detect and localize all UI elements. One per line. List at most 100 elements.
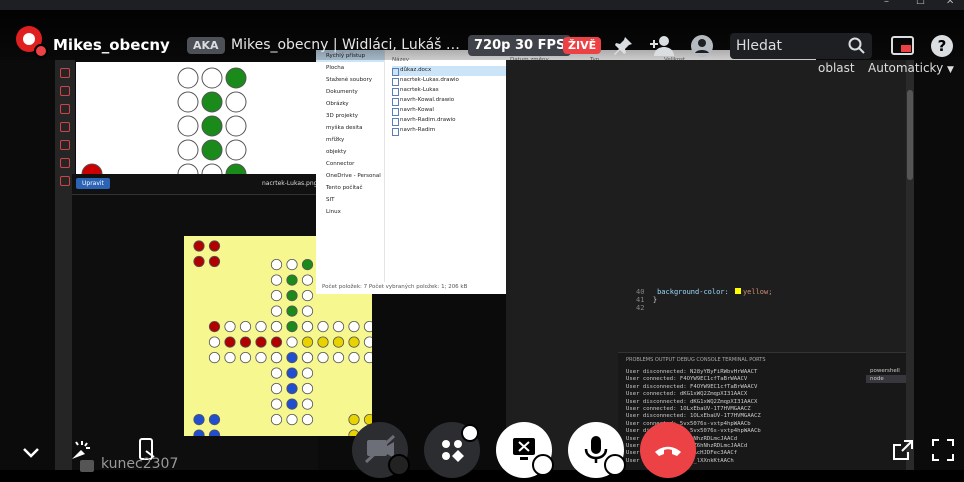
terminal-line: User connected: 1OLxEbaUV-1T7HVMGAACZ (626, 406, 751, 413)
blue-piece (208, 429, 221, 441)
board-hole (301, 305, 314, 317)
board-hole (348, 336, 360, 348)
board-hole (332, 321, 345, 333)
terminal-session-item[interactable]: powershell (866, 367, 910, 375)
picture-in-picture-icon[interactable] (890, 34, 914, 58)
aka-badge: AKA (187, 37, 225, 54)
board-hole (317, 336, 329, 348)
board-hole (224, 352, 236, 364)
board-hole (270, 414, 283, 426)
popout-icon[interactable] (890, 437, 916, 463)
board-hole (286, 259, 298, 271)
explorer-sidebar-item[interactable]: Dokumenty (316, 86, 384, 98)
board-hole (286, 305, 298, 317)
explorer-sidebar-item[interactable]: OneDrive - Personal (316, 170, 384, 182)
board-hole (301, 274, 314, 286)
search-icon[interactable] (848, 37, 866, 55)
explorer-sidebar-item[interactable]: Stažené soubory (316, 74, 384, 86)
explorer-sidebar-item[interactable]: SIT (316, 194, 384, 206)
file-name: navrh-Kowal.drawio (400, 97, 455, 103)
board-hole (239, 321, 252, 333)
viewer-toolbar: Upravit nacrtek-Lukas.png (72, 174, 318, 195)
stream-title: Mikes_obecny | Widláci, Lukáš Č., ČE... (231, 37, 467, 53)
file-name: nacrtek-Lukas.drawio (400, 77, 459, 83)
file-icon (60, 68, 70, 78)
avatar (80, 460, 94, 472)
area-label: oblast (818, 61, 855, 75)
explorer-sidebar-item[interactable]: Obrázky (316, 98, 384, 110)
code-snippet: 40 background-color: yellow; 41 } 42 (636, 288, 772, 312)
camera-options-chevron-icon[interactable] (388, 454, 410, 476)
explorer-sidebar-item[interactable]: Linux (316, 206, 384, 218)
explorer-sidebar-item[interactable]: Connector (316, 158, 384, 170)
board-hole (270, 336, 283, 348)
board-hole (270, 352, 283, 364)
add-member-icon[interactable] (650, 34, 674, 58)
board-hole (286, 336, 298, 348)
blue-piece (208, 414, 221, 426)
board-hole (270, 289, 283, 302)
terminal-session-item[interactable]: node (866, 375, 910, 383)
svg-text:?: ? (938, 37, 947, 55)
chevron-down-icon: ▼ (947, 65, 954, 75)
explorer-sidebar-item[interactable]: mřížky (316, 134, 384, 146)
board-hole (224, 321, 236, 333)
file-icon (60, 86, 70, 96)
chat-user-peek: kunec2307 (78, 456, 190, 474)
streamer-name[interactable]: Mikes_obecny (53, 36, 170, 54)
stream-quality-value: Automaticky (868, 61, 944, 75)
board-hole (363, 321, 376, 333)
board-hole (239, 336, 252, 348)
explorer-sidebar-item[interactable]: Tento počítač (316, 182, 384, 194)
board-hole (224, 336, 236, 348)
explorer-sidebar-item[interactable]: objekty (316, 146, 384, 158)
file-icon (392, 128, 399, 136)
explorer-sidebar: Rychlý přístupPlochaStažené souboryDokum… (316, 50, 385, 282)
board-hole (348, 321, 360, 333)
red-piece (208, 255, 221, 268)
file-icon (392, 98, 399, 106)
minimize-button[interactable]: – (884, 0, 889, 7)
explorer-sidebar-item[interactable]: Plocha (316, 62, 384, 74)
notification-dot (461, 424, 479, 442)
fullscreen-icon[interactable] (930, 437, 956, 463)
board-hole (363, 336, 376, 348)
stream-scrollbar (906, 60, 914, 470)
board-hole (348, 352, 360, 364)
board-hole (286, 383, 298, 395)
board-hole (301, 336, 314, 348)
close-button[interactable]: ✕ (946, 0, 954, 7)
color-swatch-icon (734, 288, 741, 294)
edit-button[interactable]: Upravit (76, 178, 110, 189)
file-name: navrh-Radim (400, 127, 436, 133)
board-hole (301, 289, 314, 302)
red-piece (193, 255, 205, 268)
microphone-options-chevron-icon[interactable] (604, 454, 626, 476)
terminal-line: User disconnected: dKG1xWQ2ZmqpXI31AACX (626, 398, 758, 405)
file-icon (60, 122, 70, 132)
maximize-button[interactable]: ☐ (916, 0, 925, 7)
board-hole (286, 274, 298, 286)
file-icon (392, 108, 399, 116)
user-profile-icon[interactable] (690, 34, 714, 58)
search-box[interactable] (730, 33, 872, 59)
line-number: 42 (636, 304, 645, 312)
stream-header: Mikes_obecny AKA Mikes_obecny | Widláci,… (0, 10, 964, 60)
board-hole (317, 352, 329, 364)
file-name: navrh-Kowal (400, 107, 434, 113)
file-icon (392, 118, 399, 126)
help-icon[interactable]: ? (930, 34, 954, 58)
board-hole (301, 414, 314, 426)
board-hole (286, 352, 298, 364)
board-hole (363, 352, 376, 364)
chevron-down-icon[interactable] (18, 440, 44, 466)
pin-icon[interactable] (611, 34, 635, 58)
board-hole (301, 321, 314, 333)
explorer-sidebar-item[interactable]: 3D projekty (316, 110, 384, 122)
red-piece (193, 240, 205, 252)
screen-share-options-chevron-icon[interactable] (532, 454, 554, 476)
search-input[interactable] (730, 33, 852, 59)
explorer-sidebar-item[interactable]: myška desita (316, 122, 384, 134)
board-hole (317, 321, 329, 333)
board-hole (286, 321, 298, 333)
